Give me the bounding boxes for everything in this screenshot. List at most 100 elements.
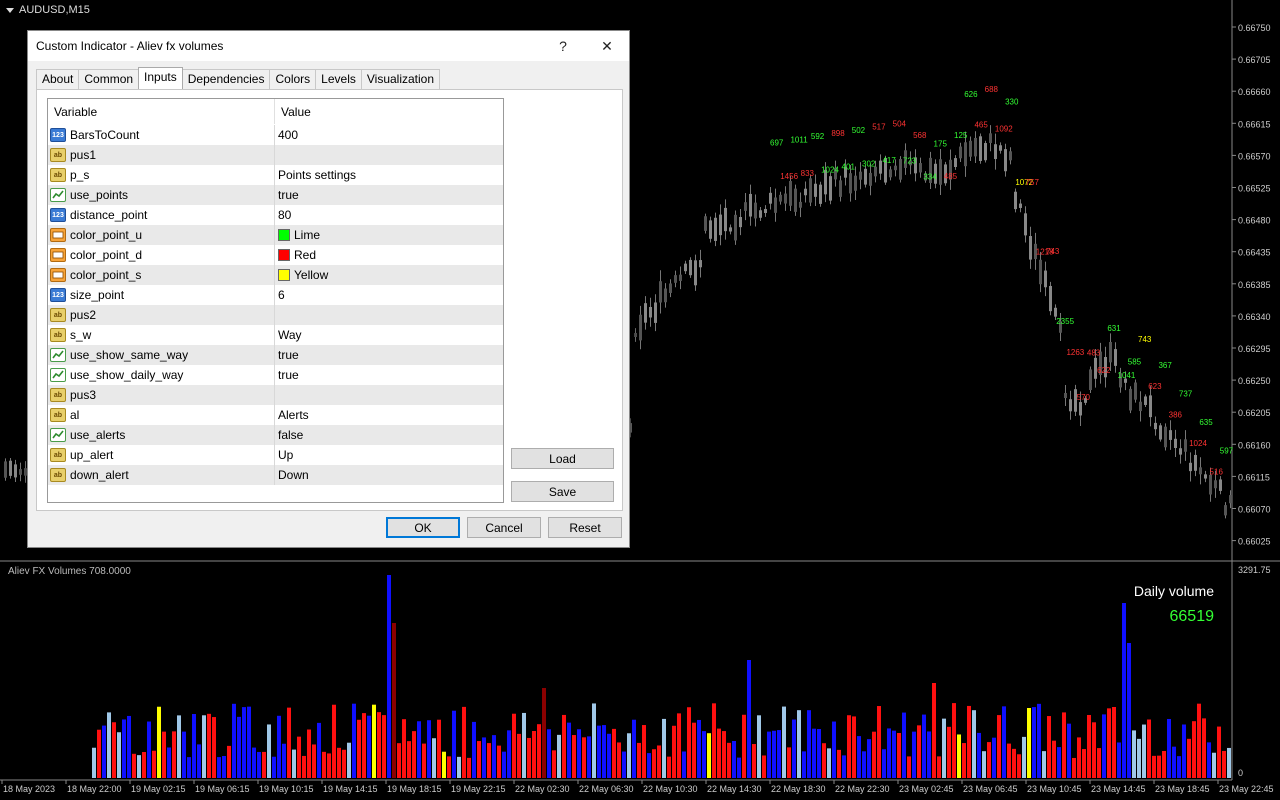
value-cell[interactable]: 6 <box>275 285 503 305</box>
input-row-color-point-u[interactable]: color_point_u Lime <box>48 225 503 245</box>
value-cell[interactable]: 400 <box>275 125 503 145</box>
input-row-s-w[interactable]: ab s_w Way <box>48 325 503 345</box>
volume-bar <box>937 756 941 778</box>
input-row-pus3[interactable]: ab pus3 <box>48 385 503 405</box>
value-cell[interactable]: true <box>275 345 503 365</box>
value-cell[interactable]: true <box>275 365 503 385</box>
value-cell[interactable]: 80 <box>275 205 503 225</box>
candle-body <box>1064 392 1067 399</box>
tab-inputs[interactable]: Inputs <box>138 67 183 89</box>
value-cell[interactable]: Points settings <box>275 165 503 185</box>
volume-bar <box>667 756 671 778</box>
candle-body <box>1159 425 1162 440</box>
volume-bar <box>1002 706 1006 778</box>
input-row-color-point-s[interactable]: color_point_s Yellow <box>48 265 503 285</box>
save-button[interactable]: Save <box>511 481 614 502</box>
load-button[interactable]: Load <box>511 448 614 469</box>
candle-body <box>989 133 992 143</box>
tab-colors[interactable]: Colors <box>269 69 317 89</box>
cancel-button[interactable]: Cancel <box>467 517 541 538</box>
chart-menu-icon[interactable] <box>6 7 14 13</box>
volume-bar <box>1107 708 1111 778</box>
volume-bar <box>317 722 321 778</box>
input-row-pus2[interactable]: ab pus2 <box>48 305 503 325</box>
volume-bar <box>787 747 791 778</box>
value-cell[interactable]: Down <box>275 465 503 485</box>
input-row-use-points[interactable]: use_points true <box>48 185 503 205</box>
volume-bar <box>982 751 986 778</box>
volume-bar <box>462 706 466 778</box>
custom-indicator-dialog: Custom Indicator - Aliev fx volumes ? ✕ … <box>27 30 630 548</box>
variable-name: pus3 <box>70 388 97 402</box>
input-row-p-s[interactable]: ab p_s Points settings <box>48 165 503 185</box>
volume-bar <box>862 751 866 778</box>
column-header-variable[interactable]: Variable <box>48 99 275 124</box>
volume-point-label: 386 <box>1169 410 1183 419</box>
value-cell[interactable]: false <box>275 425 503 445</box>
value-cell[interactable]: Way <box>275 325 503 345</box>
input-row-use-alerts[interactable]: use_alerts false <box>48 425 503 445</box>
volume-bar <box>147 721 151 778</box>
tab-strip: About Common Inputs Dependencies Colors Level… <box>36 67 441 89</box>
value-cell[interactable] <box>275 385 503 405</box>
candle-body <box>954 158 957 168</box>
variable-cell: color_point_s <box>48 265 275 285</box>
input-row-use-show-same-way[interactable]: use_show_same_way true <box>48 345 503 365</box>
close-button[interactable]: ✕ <box>585 31 629 61</box>
value-cell[interactable]: Alerts <box>275 405 503 425</box>
ok-button[interactable]: OK <box>386 517 460 538</box>
volume-bar <box>1217 726 1221 778</box>
candle-body <box>1174 438 1177 448</box>
volume-bar <box>1172 746 1176 778</box>
input-row-down-alert[interactable]: ab down_alert Down <box>48 465 503 485</box>
value-cell[interactable] <box>275 145 503 165</box>
candle-body <box>769 192 772 204</box>
time-label: 22 May 02:30 <box>515 784 570 794</box>
tab-levels[interactable]: Levels <box>315 69 362 89</box>
reset-button[interactable]: Reset <box>548 517 622 538</box>
candle-body <box>1114 349 1117 366</box>
inputs-panel: Variable Value 123 BarsToCount 400 ab pus1 ab… <box>36 89 623 511</box>
candle-body <box>1079 402 1082 416</box>
value-cell[interactable]: true <box>275 185 503 205</box>
input-row-up-alert[interactable]: ab up_alert Up <box>48 445 503 465</box>
price-label: 0.66705 <box>1238 55 1271 65</box>
candle-body <box>799 201 802 208</box>
value-cell[interactable]: Red <box>275 245 503 265</box>
volume-bar <box>997 715 1001 778</box>
bool-type-icon <box>50 348 66 362</box>
volume-point-label: 898 <box>831 129 845 138</box>
volume-bar <box>1077 737 1081 778</box>
price-label: 0.66385 <box>1238 280 1271 290</box>
input-row-al[interactable]: ab al Alerts <box>48 405 503 425</box>
volume-scale-min: 0 <box>1238 768 1243 778</box>
input-row-use-show-daily-way[interactable]: use_show_daily_way true <box>48 365 503 385</box>
value-cell[interactable] <box>275 305 503 325</box>
input-row-barstocount[interactable]: 123 BarsToCount 400 <box>48 125 503 145</box>
variable-cell: ab pus2 <box>48 305 275 325</box>
value-cell[interactable]: Lime <box>275 225 503 245</box>
candle-body <box>899 159 902 180</box>
tab-visualization[interactable]: Visualization <box>360 69 441 89</box>
value-cell[interactable]: Up <box>275 445 503 465</box>
column-header-value[interactable]: Value <box>275 99 503 124</box>
volume-bar <box>292 749 296 778</box>
input-row-distance-point[interactable]: 123 distance_point 80 <box>48 205 503 225</box>
volume-point-label: 517 <box>872 123 886 132</box>
tab-dependencies[interactable]: Dependencies <box>181 69 271 89</box>
value-cell[interactable]: Yellow <box>275 265 503 285</box>
dialog-titlebar[interactable]: Custom Indicator - Aliev fx volumes ? ✕ <box>28 31 629 61</box>
tab-about[interactable]: About <box>36 69 80 89</box>
input-row-color-point-d[interactable]: color_point_d Red <box>48 245 503 265</box>
tab-common[interactable]: Common <box>78 69 140 89</box>
help-button[interactable]: ? <box>541 31 585 61</box>
price-label: 0.66025 <box>1238 537 1271 547</box>
volume-bar <box>557 734 561 778</box>
candle-body <box>659 281 662 303</box>
input-row-pus1[interactable]: ab pus1 <box>48 145 503 165</box>
volume-bar <box>397 743 401 778</box>
input-row-size-point[interactable]: 123 size_point 6 <box>48 285 503 305</box>
volume-bar <box>847 715 851 778</box>
volume-bar <box>1012 748 1016 778</box>
volume-point-label: 417 <box>882 156 896 165</box>
